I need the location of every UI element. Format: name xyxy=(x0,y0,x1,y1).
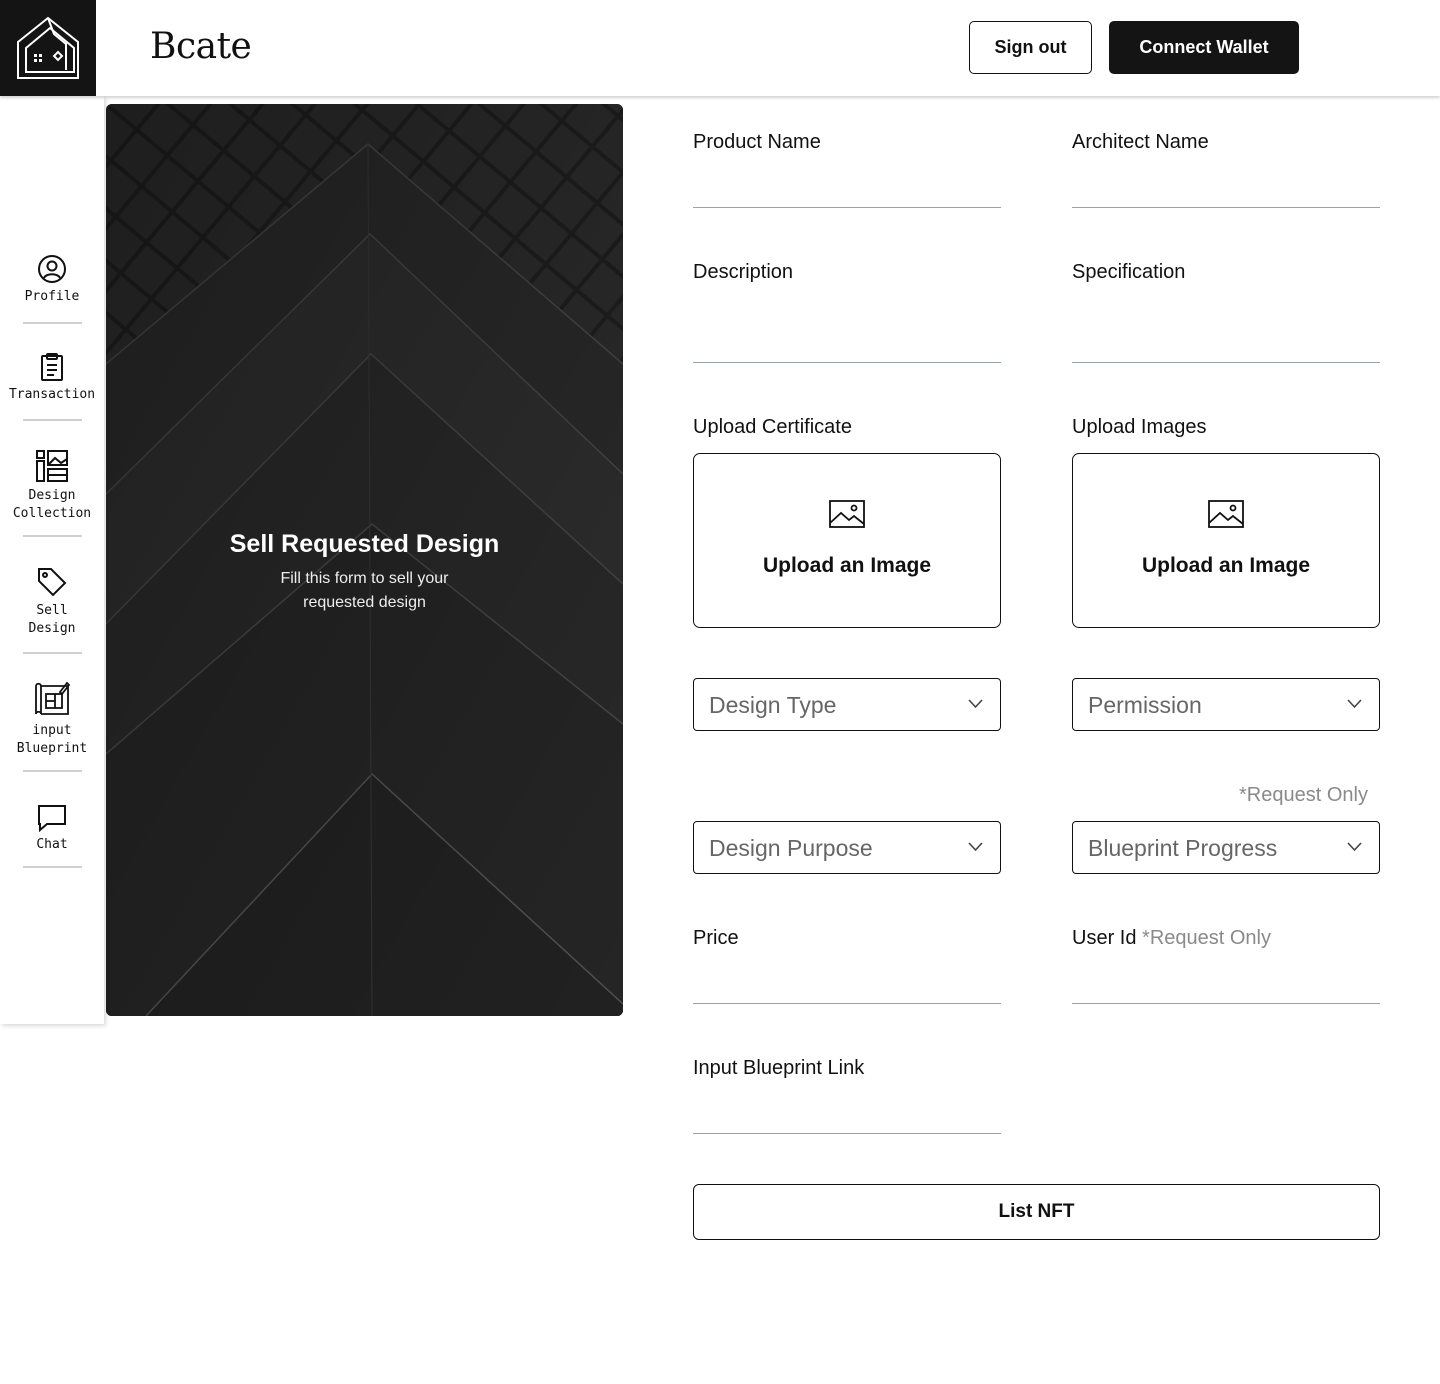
sidebar-item-sell-design[interactable]: Sell Design xyxy=(0,566,104,638)
divider xyxy=(23,866,82,868)
sidebar-item-design-collection[interactable]: Design Collection xyxy=(0,449,104,523)
upload-prompt: Upload an Image xyxy=(1141,554,1311,577)
blueprint-link-label: Input Blueprint Link xyxy=(693,1057,865,1079)
user-id-input[interactable] xyxy=(1072,964,1380,1004)
chevron-down-icon xyxy=(1347,842,1362,852)
divider xyxy=(23,652,82,654)
upload-certificate-label: Upload Certificate xyxy=(693,416,852,438)
hero-title: Sell Requested Design xyxy=(229,530,500,558)
sidebar-item-label: Transaction xyxy=(8,387,96,402)
sign-out-button[interactable]: Sign out xyxy=(969,21,1092,74)
sidebar-item-label: Profile xyxy=(24,289,80,304)
clipboard-icon xyxy=(41,353,63,381)
user-id-note: *Request Only xyxy=(1142,927,1271,949)
divider xyxy=(23,419,82,421)
blueprint-progress-placeholder: Blueprint Progress xyxy=(1088,835,1278,861)
sidebar-item-label: Sell Design xyxy=(28,603,76,636)
blueprint-progress-select[interactable]: Blueprint Progress xyxy=(1072,821,1380,874)
price-input[interactable] xyxy=(693,964,1001,1004)
permission-select[interactable]: Permission xyxy=(1072,678,1380,731)
blueprint-link-input[interactable] xyxy=(693,1094,1001,1134)
sidebar-item-profile[interactable]: Profile xyxy=(0,254,104,306)
product-name-label: Product Name xyxy=(693,131,821,153)
hero-image-panel: Sell Requested Design Fill this form to … xyxy=(106,104,623,1016)
house-logo-icon xyxy=(17,16,79,79)
sidebar: Profile Transaction Design Collection Se… xyxy=(0,96,104,1024)
chevron-down-icon xyxy=(1347,699,1362,709)
connect-wallet-button[interactable]: Connect Wallet xyxy=(1109,21,1299,74)
upload-certificate-dropzone[interactable]: Upload an Image xyxy=(693,453,1001,628)
chat-bubble-icon xyxy=(38,805,66,832)
image-icon xyxy=(1208,500,1244,528)
design-type-placeholder: Design Type xyxy=(709,692,837,718)
request-only-note: *Request Only xyxy=(1239,784,1368,806)
divider xyxy=(23,535,82,537)
upload-prompt: Upload an Image xyxy=(762,554,932,577)
sidebar-item-label: Design Collection xyxy=(12,488,92,521)
upload-images-label: Upload Images xyxy=(1072,416,1207,438)
specification-input[interactable] xyxy=(1072,300,1380,363)
hero-text: Sell Requested Design Fill this form to … xyxy=(106,530,623,615)
specification-label: Specification xyxy=(1072,261,1186,283)
sidebar-item-chat[interactable]: Chat xyxy=(0,804,104,854)
divider xyxy=(23,770,82,772)
hero-subtitle: Fill this form to sell your requested de… xyxy=(280,570,449,611)
blueprint-icon xyxy=(35,681,71,715)
chevron-down-icon xyxy=(968,842,983,852)
permission-placeholder: Permission xyxy=(1088,692,1202,718)
layout-icon xyxy=(36,450,68,482)
chevron-down-icon xyxy=(968,699,983,709)
sidebar-item-input-blueprint[interactable]: input Blueprint xyxy=(0,680,104,758)
design-type-select[interactable]: Design Type xyxy=(693,678,1001,731)
tag-icon xyxy=(38,568,67,597)
architect-name-input[interactable] xyxy=(1072,168,1380,208)
description-input[interactable] xyxy=(693,300,1001,363)
user-id-label: User Id xyxy=(1072,927,1137,949)
product-name-input[interactable] xyxy=(693,168,1001,208)
design-purpose-placeholder: Design Purpose xyxy=(709,835,873,861)
sidebar-item-label: input Blueprint xyxy=(16,723,88,756)
upload-images-dropzone[interactable]: Upload an Image xyxy=(1072,453,1380,628)
user-id-label-group: User Id *Request Only xyxy=(1072,927,1271,950)
sidebar-item-label: Chat xyxy=(36,837,68,852)
user-circle-icon xyxy=(38,255,66,283)
brand-name: Bcate xyxy=(150,26,252,67)
description-label: Description xyxy=(693,261,794,283)
logo[interactable] xyxy=(0,0,96,96)
image-icon xyxy=(829,500,865,528)
sidebar-item-transaction[interactable]: Transaction xyxy=(0,352,104,404)
top-header: Bcate Sign out Connect Wallet xyxy=(0,0,1440,96)
design-purpose-select[interactable]: Design Purpose xyxy=(693,821,1001,874)
divider xyxy=(23,322,82,324)
price-label: Price xyxy=(693,927,739,949)
architect-name-label: Architect Name xyxy=(1072,131,1209,153)
list-nft-button[interactable]: List NFT xyxy=(693,1184,1380,1240)
